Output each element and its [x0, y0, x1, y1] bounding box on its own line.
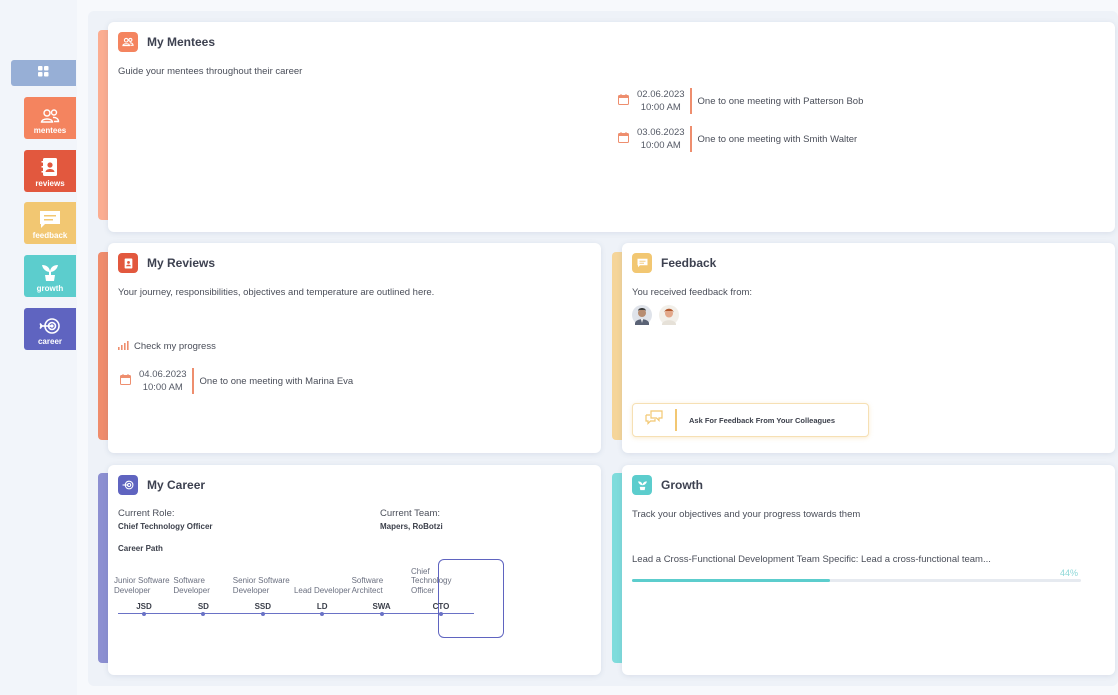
career-step-dot	[379, 611, 384, 616]
sprout-icon	[632, 475, 652, 495]
mentees-accent	[98, 30, 108, 220]
meeting-time: 10:00 AM	[142, 382, 183, 393]
sidebar-item-mentees[interactable]: mentees	[24, 97, 76, 139]
career-step-abbr[interactable]: SWA	[352, 602, 412, 611]
avatar[interactable]	[659, 305, 679, 330]
objective-progress-label: 44%	[1060, 568, 1079, 578]
sidebar-item-label: career	[37, 337, 63, 346]
meeting-item[interactable]: 03.06.2023 10:00 AM One to one meeting wi…	[618, 126, 857, 152]
meeting-time: 10:00 AM	[640, 140, 681, 151]
meeting-title: One to one meeting with Patterson Bob	[697, 95, 864, 107]
meeting-title: One to one meeting with Smith Walter	[697, 133, 858, 145]
ask-feedback-button[interactable]: Ask For Feedback From Your Colleagues	[632, 403, 869, 437]
message-icon	[632, 253, 652, 273]
meeting-item[interactable]: 04.06.2023 10:00 AM One to one meeting wi…	[120, 368, 353, 394]
meeting-date: 04.06.2023	[139, 369, 187, 380]
card-subtitle: Track your objectives and your progress …	[632, 509, 861, 520]
sidebar-item-label: growth	[36, 284, 64, 293]
career-step-abbr[interactable]: SSD	[233, 602, 293, 611]
career-path: Junior Software Developer JSD Software Dev…	[108, 465, 601, 675]
career-step-name: Chief Technology Officer	[411, 566, 452, 595]
career-step-name: Senior Software Developer	[232, 576, 290, 595]
users-icon	[40, 108, 60, 124]
sidebar-item-label: mentees	[33, 126, 67, 135]
button-divider	[675, 409, 677, 431]
meeting-date: 02.06.2023	[637, 89, 685, 100]
mentees-card: My Mentees Guide your mentees throughout…	[108, 22, 1115, 232]
ask-feedback-label: Ask For Feedback From Your Colleagues	[689, 415, 836, 425]
objective-progress-track	[632, 579, 1081, 582]
career-step-dot	[320, 611, 325, 616]
card-title: My Reviews	[147, 256, 216, 270]
career-accent	[98, 473, 108, 663]
sidebar: mentees reviews feedback growth career	[0, 0, 78, 695]
career-step-name: Software Developer	[173, 576, 210, 595]
target-icon	[39, 317, 61, 335]
card-subtitle: Your journey, responsibilities, objectiv…	[118, 287, 435, 298]
calendar-icon	[618, 92, 629, 110]
sidebar-item-label: feedback	[32, 231, 68, 240]
grid-icon	[38, 64, 49, 82]
meeting-time: 10:00 AM	[640, 102, 681, 113]
message-icon	[39, 210, 61, 229]
chat-bubbles-icon	[645, 410, 663, 430]
career-step-dot	[439, 611, 443, 616]
career-step-abbr[interactable]: JSD	[114, 602, 174, 611]
meeting-item[interactable]: 02.06.2023 10:00 AM One to one meeting wi…	[618, 88, 863, 114]
objective-title[interactable]: Lead a Cross-Functional Development Team…	[632, 554, 991, 565]
bar-chart-icon	[118, 337, 129, 355]
check-progress-link[interactable]: Check my progress	[118, 337, 216, 355]
card-subtitle: Guide your mentees throughout their care…	[118, 66, 303, 77]
growth-card: Growth Track your objectives and your pr…	[622, 465, 1115, 675]
calendar-icon	[120, 372, 131, 390]
contact-book-icon	[40, 157, 60, 177]
career-step-abbr[interactable]: SD	[173, 602, 233, 611]
growth-accent	[612, 473, 622, 663]
card-title: Growth	[661, 478, 703, 492]
home-tab[interactable]	[11, 60, 76, 86]
feedback-avatars	[632, 305, 679, 330]
avatar[interactable]	[632, 305, 652, 330]
meeting-date: 03.06.2023	[637, 127, 685, 138]
career-step-name: Lead Developer	[293, 585, 351, 595]
meeting-title: One to one meeting with Marina Eva	[199, 375, 354, 387]
sidebar-item-feedback[interactable]: feedback	[24, 202, 76, 244]
sidebar-item-growth[interactable]: growth	[24, 255, 76, 297]
career-step-abbr[interactable]: LD	[292, 602, 352, 611]
sidebar-item-reviews[interactable]: reviews	[24, 150, 76, 192]
sprout-icon	[40, 263, 60, 282]
sidebar-item-career[interactable]: career	[24, 308, 76, 350]
career-step-abbr[interactable]: CTO	[411, 602, 471, 611]
reviews-accent	[98, 252, 108, 440]
career-step-dot	[260, 611, 265, 616]
card-title: My Mentees	[147, 35, 216, 49]
career-step-dot	[201, 611, 206, 616]
career-step-name: Software Architect	[351, 576, 384, 595]
career-card: My Career Current Role: Chief Technology…	[108, 465, 601, 675]
career-step-name: Junior Software Developer	[114, 576, 170, 595]
contact-book-icon	[118, 253, 138, 273]
career-step-dot	[142, 611, 146, 616]
feedback-card: Feedback You received feedback from: Ask…	[622, 243, 1115, 453]
check-progress-label: Check my progress	[134, 340, 216, 352]
calendar-icon	[618, 130, 629, 148]
card-title: Feedback	[661, 256, 717, 270]
users-icon	[118, 32, 138, 52]
career-path-line	[118, 613, 474, 614]
sidebar-item-label: reviews	[35, 179, 65, 188]
card-subtitle: You received feedback from:	[632, 287, 753, 298]
feedback-accent	[612, 252, 622, 440]
reviews-card: My Reviews Your journey, responsibilitie…	[108, 243, 601, 453]
objective-progress-fill	[632, 579, 830, 582]
